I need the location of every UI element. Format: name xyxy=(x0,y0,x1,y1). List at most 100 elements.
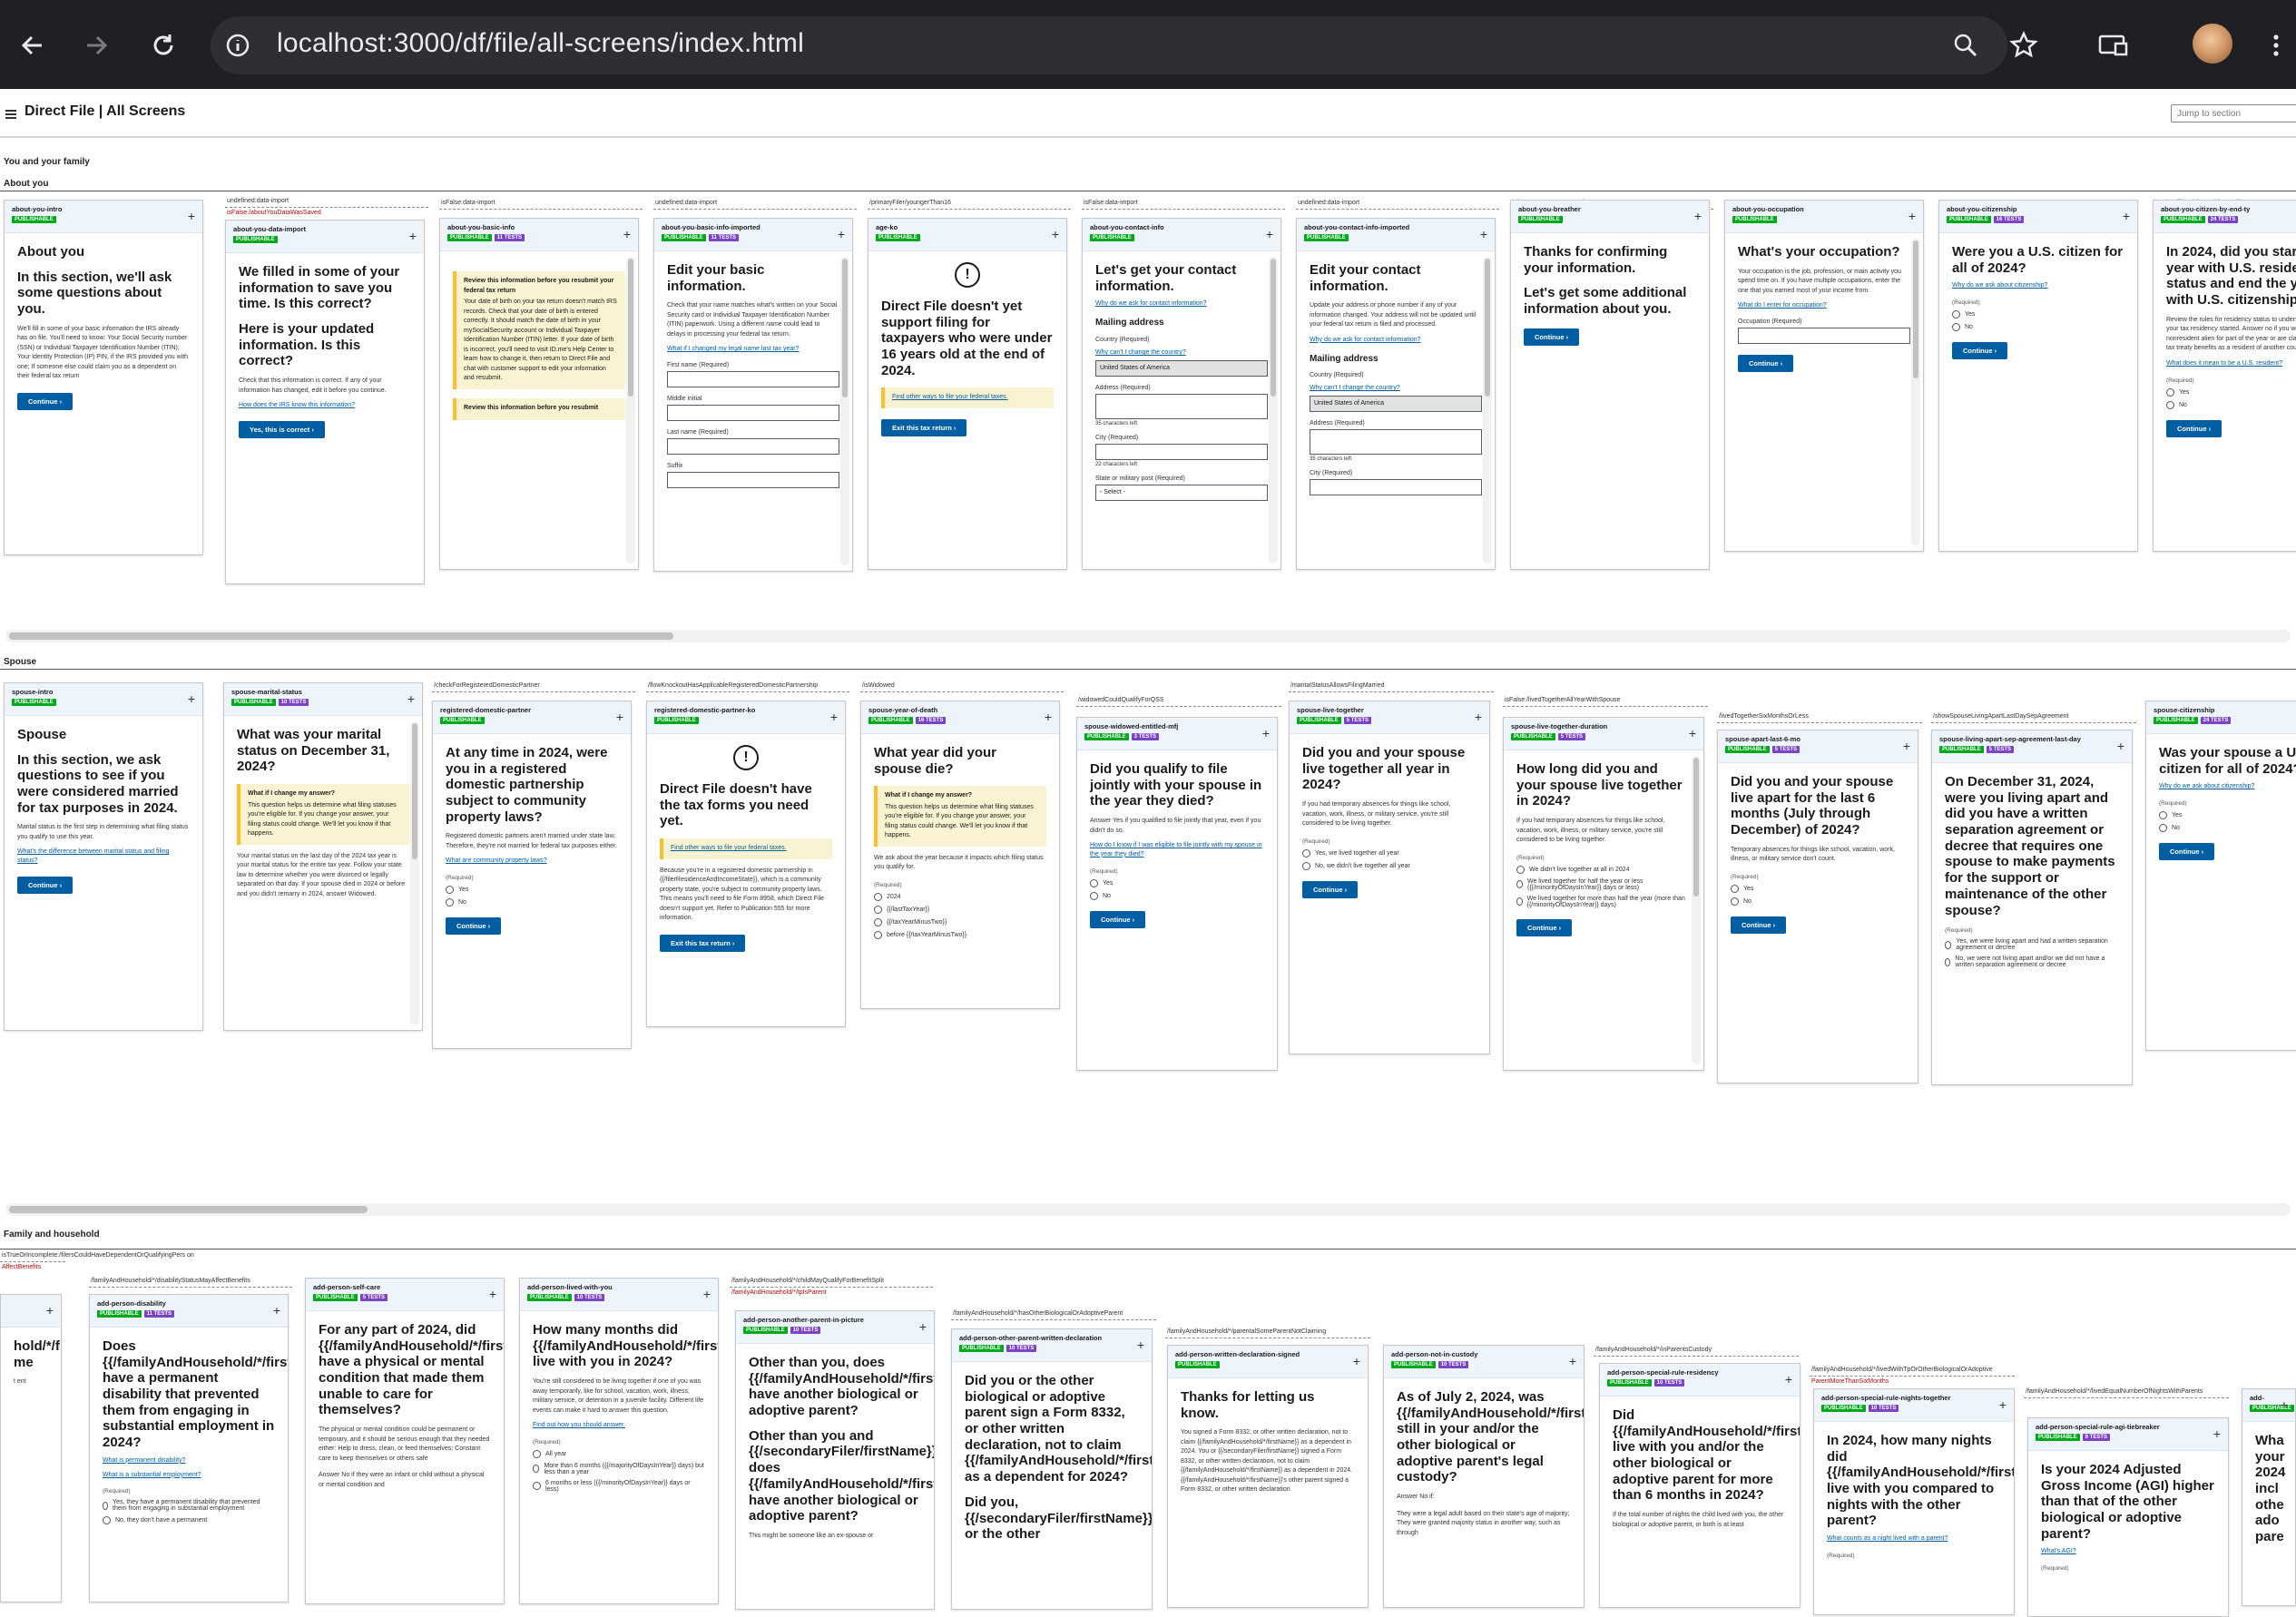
state-select[interactable]: - Select - xyxy=(1095,484,1268,501)
plus-icon[interactable]: + xyxy=(1353,1354,1360,1368)
radio-option[interactable]: Yes xyxy=(446,886,618,895)
text-input[interactable] xyxy=(667,405,839,422)
help-link[interactable]: How does the IRS know this information? xyxy=(239,401,411,410)
radio-option[interactable]: No, we were not living apart and/or we d… xyxy=(1945,956,2119,968)
text-input[interactable] xyxy=(667,371,839,388)
help-link[interactable]: What is permanent disability? xyxy=(103,1456,275,1465)
radio-option[interactable]: {{/taxYearMinusTwo}} xyxy=(874,917,1046,926)
radio-circle[interactable] xyxy=(1945,940,1952,949)
url-text[interactable]: localhost:3000/df/file/all-screens/index… xyxy=(277,28,804,59)
radio-option[interactable]: Yes, we lived together all year xyxy=(1302,848,1477,858)
radio-circle[interactable] xyxy=(874,905,882,914)
help-link[interactable]: Why do we ask for contact information? xyxy=(1310,336,1482,345)
help-link[interactable]: Why can't I change the country? xyxy=(1310,384,1482,393)
primary-button[interactable]: Continue › xyxy=(17,877,74,895)
primary-button[interactable]: Continue › xyxy=(1952,342,2008,360)
radio-circle[interactable] xyxy=(874,917,882,926)
horizontal-scrollbar[interactable] xyxy=(5,630,2291,642)
more-menu-icon[interactable] xyxy=(2256,25,2296,65)
radio-option[interactable]: We didn't live together at all in 2024 xyxy=(1516,865,1691,874)
text-input[interactable] xyxy=(1095,393,1268,419)
radio-circle[interactable] xyxy=(2166,400,2174,409)
radio-circle[interactable] xyxy=(1090,878,1098,887)
plus-icon[interactable]: + xyxy=(2117,739,2124,753)
plus-icon[interactable]: + xyxy=(830,710,838,724)
plus-icon[interactable]: + xyxy=(1999,1397,2007,1412)
plus-icon[interactable]: + xyxy=(919,1319,927,1334)
plus-icon[interactable]: + xyxy=(46,1303,54,1318)
country-select[interactable]: United States of America xyxy=(1095,359,1268,377)
radio-circle[interactable] xyxy=(2166,387,2174,397)
jump-to-section-select[interactable] xyxy=(2171,104,2296,122)
primary-button[interactable]: Continue › xyxy=(446,917,502,936)
plus-icon[interactable]: + xyxy=(1694,209,1702,223)
country-select[interactable]: United States of America xyxy=(1310,396,1482,413)
radio-circle[interactable] xyxy=(1731,897,1739,906)
plus-icon[interactable]: + xyxy=(2213,1426,2221,1441)
help-link[interactable]: Why can't I change the country? xyxy=(1095,348,1268,358)
help-link[interactable]: What is a substantial employment? xyxy=(103,1471,275,1480)
radio-circle[interactable] xyxy=(2159,824,2167,833)
radio-circle[interactable] xyxy=(1952,310,1960,319)
radio-option[interactable]: No xyxy=(1090,891,1264,900)
radio-option[interactable]: No, they don't have a permanent xyxy=(103,1516,275,1525)
radio-option[interactable]: Yes xyxy=(1090,878,1264,887)
plus-icon[interactable]: + xyxy=(1266,227,1273,241)
radio-option[interactable]: No xyxy=(2159,824,2296,833)
primary-button[interactable]: Continue › xyxy=(2166,419,2222,437)
plus-icon[interactable]: + xyxy=(1475,710,1482,724)
help-link[interactable]: Why do we ask for contact information? xyxy=(1095,299,1268,309)
primary-button[interactable]: Continue › xyxy=(1738,354,1794,372)
help-link[interactable]: What does it mean to be a U.S. resident? xyxy=(2166,359,2296,368)
radio-circle[interactable] xyxy=(533,1449,541,1458)
primary-button[interactable]: Continue › xyxy=(1524,328,1580,346)
radio-circle[interactable] xyxy=(1516,897,1523,906)
radio-circle[interactable] xyxy=(1516,880,1523,889)
radio-circle[interactable] xyxy=(533,1482,541,1491)
help-link[interactable]: Find out how you should answer. xyxy=(533,1421,705,1430)
plus-icon[interactable]: + xyxy=(616,710,623,724)
alert-link[interactable]: Find other ways to file your federal tax… xyxy=(892,394,1008,400)
primary-button[interactable]: Continue › xyxy=(1090,910,1146,928)
vertical-scrollbar[interactable] xyxy=(1483,257,1492,564)
help-link[interactable]: What are community property laws? xyxy=(446,857,618,866)
text-input[interactable] xyxy=(667,472,839,489)
profile-avatar[interactable] xyxy=(2193,24,2232,64)
text-input[interactable] xyxy=(667,438,839,456)
horizontal-scrollbar[interactable] xyxy=(5,1203,2291,1216)
radio-option[interactable]: No xyxy=(1731,897,1905,906)
radio-circle[interactable] xyxy=(103,1501,109,1510)
vertical-scrollbar[interactable] xyxy=(1269,257,1278,564)
hamburger-menu-icon[interactable] xyxy=(5,110,16,119)
radio-option[interactable]: Yes xyxy=(2159,811,2296,820)
plus-icon[interactable]: + xyxy=(623,227,631,241)
radio-option[interactable]: Yes xyxy=(2166,387,2296,397)
radio-option[interactable]: 6 months or less ({{/minorityOfDaysInYea… xyxy=(533,1480,705,1493)
radio-circle[interactable] xyxy=(1516,865,1525,874)
vertical-scrollbar[interactable] xyxy=(1692,756,1701,1064)
reload-icon[interactable] xyxy=(143,25,183,65)
radio-option[interactable]: Yes, they have a permanent disability th… xyxy=(103,1499,275,1512)
primary-button[interactable]: Yes, this is correct › xyxy=(239,420,325,438)
plus-icon[interactable]: + xyxy=(1903,739,1910,753)
radio-circle[interactable] xyxy=(533,1465,540,1474)
radio-circle[interactable] xyxy=(1731,884,1739,893)
plus-icon[interactable]: + xyxy=(407,691,415,706)
primary-button[interactable]: Continue › xyxy=(1302,880,1359,898)
vertical-scrollbar[interactable] xyxy=(410,721,419,1024)
plus-icon[interactable]: + xyxy=(188,691,195,706)
plus-icon[interactable]: + xyxy=(1689,726,1696,740)
text-input[interactable] xyxy=(1738,327,1910,344)
help-link[interactable]: What if I changed my legal name last tax… xyxy=(667,345,839,354)
plus-icon[interactable]: + xyxy=(1262,726,1270,740)
radio-circle[interactable] xyxy=(1302,861,1310,870)
help-link[interactable]: What's the difference between marital st… xyxy=(17,848,190,866)
plus-icon[interactable]: + xyxy=(489,1287,496,1301)
plus-icon[interactable]: + xyxy=(1045,710,1052,724)
alert-link[interactable]: Find other ways to file your federal tax… xyxy=(671,845,787,851)
primary-button[interactable]: Continue › xyxy=(17,392,74,410)
plus-icon[interactable]: + xyxy=(1137,1338,1144,1352)
primary-button[interactable]: Exit this tax return › xyxy=(881,418,967,436)
radio-circle[interactable] xyxy=(1952,323,1960,332)
text-input[interactable] xyxy=(1310,479,1482,496)
